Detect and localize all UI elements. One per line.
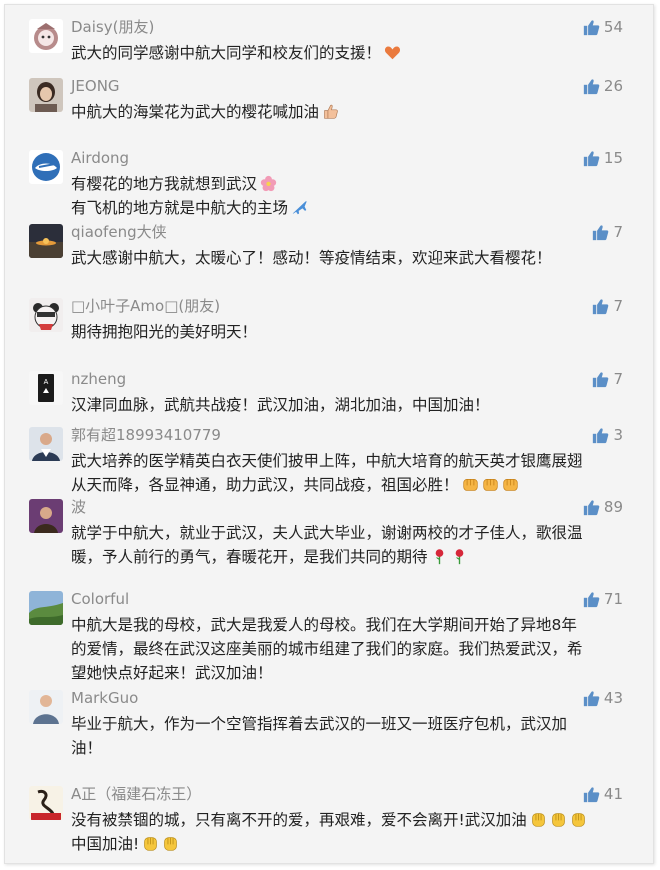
comment-text: 就学于中航大，就业于武汉，夫人武大毕业，谢谢两校的才子佳人，歌很温 暖，予人前行… — [71, 524, 583, 566]
like-button[interactable]: 7 — [592, 222, 623, 242]
like-count: 71 — [603, 590, 623, 608]
thumbs-up-icon — [592, 371, 609, 388]
thumbs-up-icon — [592, 298, 609, 315]
comment-text: 有樱花的地方我就想到武汉 有飞机的地方就是中航大的主场 — [71, 172, 631, 220]
like-button[interactable]: 43 — [583, 688, 623, 708]
fist-emoji — [482, 476, 499, 493]
like-button[interactable]: 3 — [592, 425, 623, 445]
avatar[interactable] — [29, 427, 63, 461]
fist-emoji — [502, 476, 519, 493]
comment-text: 没有被禁锢的城，只有离不开的爱，再艰难，爱不会离开!武汉加油 中国加油! — [71, 808, 631, 856]
comments-panel: Daisy(朋友) 54 武大的同学感谢中航大同学和校友们的支援！ JEONG … — [4, 4, 654, 864]
flower-emoji — [260, 175, 277, 192]
thumbs-up-icon — [583, 591, 600, 608]
avatar[interactable] — [29, 298, 63, 332]
avatar[interactable] — [29, 19, 63, 53]
like-count: 26 — [603, 77, 623, 95]
like-button[interactable]: 89 — [583, 497, 623, 517]
avatar[interactable] — [29, 150, 63, 184]
like-count: 41 — [603, 785, 623, 803]
nickname[interactable]: 波 — [71, 497, 86, 517]
nickname[interactable]: nzheng — [71, 369, 126, 389]
like-button[interactable]: 15 — [583, 148, 623, 168]
thumbs-up-emoji — [322, 103, 339, 120]
like-count: 7 — [613, 223, 623, 241]
avatar[interactable] — [29, 690, 63, 724]
like-count: 54 — [603, 18, 623, 36]
comment-text: 武大感谢中航大，太暖心了！感动！等疫情结束，欢迎来武大看樱花！ — [71, 249, 552, 267]
like-count: 89 — [603, 498, 623, 516]
thumbs-up-icon — [583, 78, 600, 95]
cheer-emoji — [162, 835, 179, 852]
thumbs-up-icon — [583, 786, 600, 803]
thumbs-up-icon — [592, 427, 609, 444]
thumbs-up-icon — [592, 224, 609, 241]
comment-text: 期待拥抱阳光的美好明天！ — [71, 323, 258, 341]
thumbs-up-icon — [583, 150, 600, 167]
fist-emoji — [462, 476, 479, 493]
nickname[interactable]: A正（福建石冻王） — [71, 784, 201, 804]
cheer-emoji — [530, 811, 547, 828]
like-count: 15 — [603, 149, 623, 167]
nickname[interactable]: Daisy(朋友) — [71, 17, 154, 37]
avatar[interactable] — [29, 224, 63, 258]
nickname[interactable]: □小叶子Amo□(朋友) — [71, 296, 220, 316]
comment-text: 武大培养的医学精英白衣天使们披甲上阵，中航大培育的航天英才银鹰展翅 从天而降，各… — [71, 452, 583, 494]
thumbs-up-icon — [583, 499, 600, 516]
like-button[interactable]: 7 — [592, 369, 623, 389]
thumbs-up-icon — [583, 19, 600, 36]
airplane-emoji — [291, 199, 308, 216]
nickname[interactable]: Colorful — [71, 589, 129, 609]
like-button[interactable]: 26 — [583, 76, 623, 96]
avatar[interactable]: A — [29, 371, 63, 405]
cheer-emoji — [550, 811, 567, 828]
nickname[interactable]: MarkGuo — [71, 688, 138, 708]
cheer-emoji — [142, 835, 159, 852]
like-button[interactable]: 41 — [583, 784, 623, 804]
rose-emoji — [431, 548, 448, 565]
heart-emoji — [384, 44, 401, 61]
thumbs-up-icon — [583, 690, 600, 707]
nickname[interactable]: 郭有超18993410779 — [71, 425, 221, 445]
like-count: 7 — [613, 297, 623, 315]
avatar[interactable] — [29, 78, 63, 112]
comment-text: 毕业于航大，作为一个空管指挥着去武汉的一班又一班医疗包机，武汉加 油！ — [71, 715, 568, 757]
nickname[interactable]: Airdong — [71, 148, 129, 168]
avatar[interactable] — [29, 499, 63, 533]
nickname[interactable]: qiaofeng大侠 — [71, 222, 167, 242]
like-count: 43 — [603, 689, 623, 707]
like-button[interactable]: 71 — [583, 589, 623, 609]
comment-text: 中航大的海棠花为武大的樱花喊加油 — [71, 100, 631, 124]
svg-text:A: A — [44, 379, 49, 386]
cheer-emoji — [570, 811, 587, 828]
like-button[interactable]: 54 — [583, 17, 623, 37]
like-button[interactable]: 7 — [592, 296, 623, 316]
like-count: 3 — [613, 426, 623, 444]
comment-text: 汉津同血脉，武航共战疫！武汉加油，湖北加油，中国加油！ — [71, 396, 490, 414]
avatar[interactable] — [29, 591, 63, 625]
avatar[interactable] — [29, 786, 63, 820]
rose-emoji — [451, 548, 468, 565]
comment-text: 武大的同学感谢中航大同学和校友们的支援！ — [71, 41, 631, 65]
comment-text: 中航大是我的母校，武大是我爱人的母校。我们在大学期间开始了异地8年 的爱情，最终… — [71, 616, 583, 682]
nickname[interactable]: JEONG — [71, 76, 120, 96]
like-count: 7 — [613, 370, 623, 388]
